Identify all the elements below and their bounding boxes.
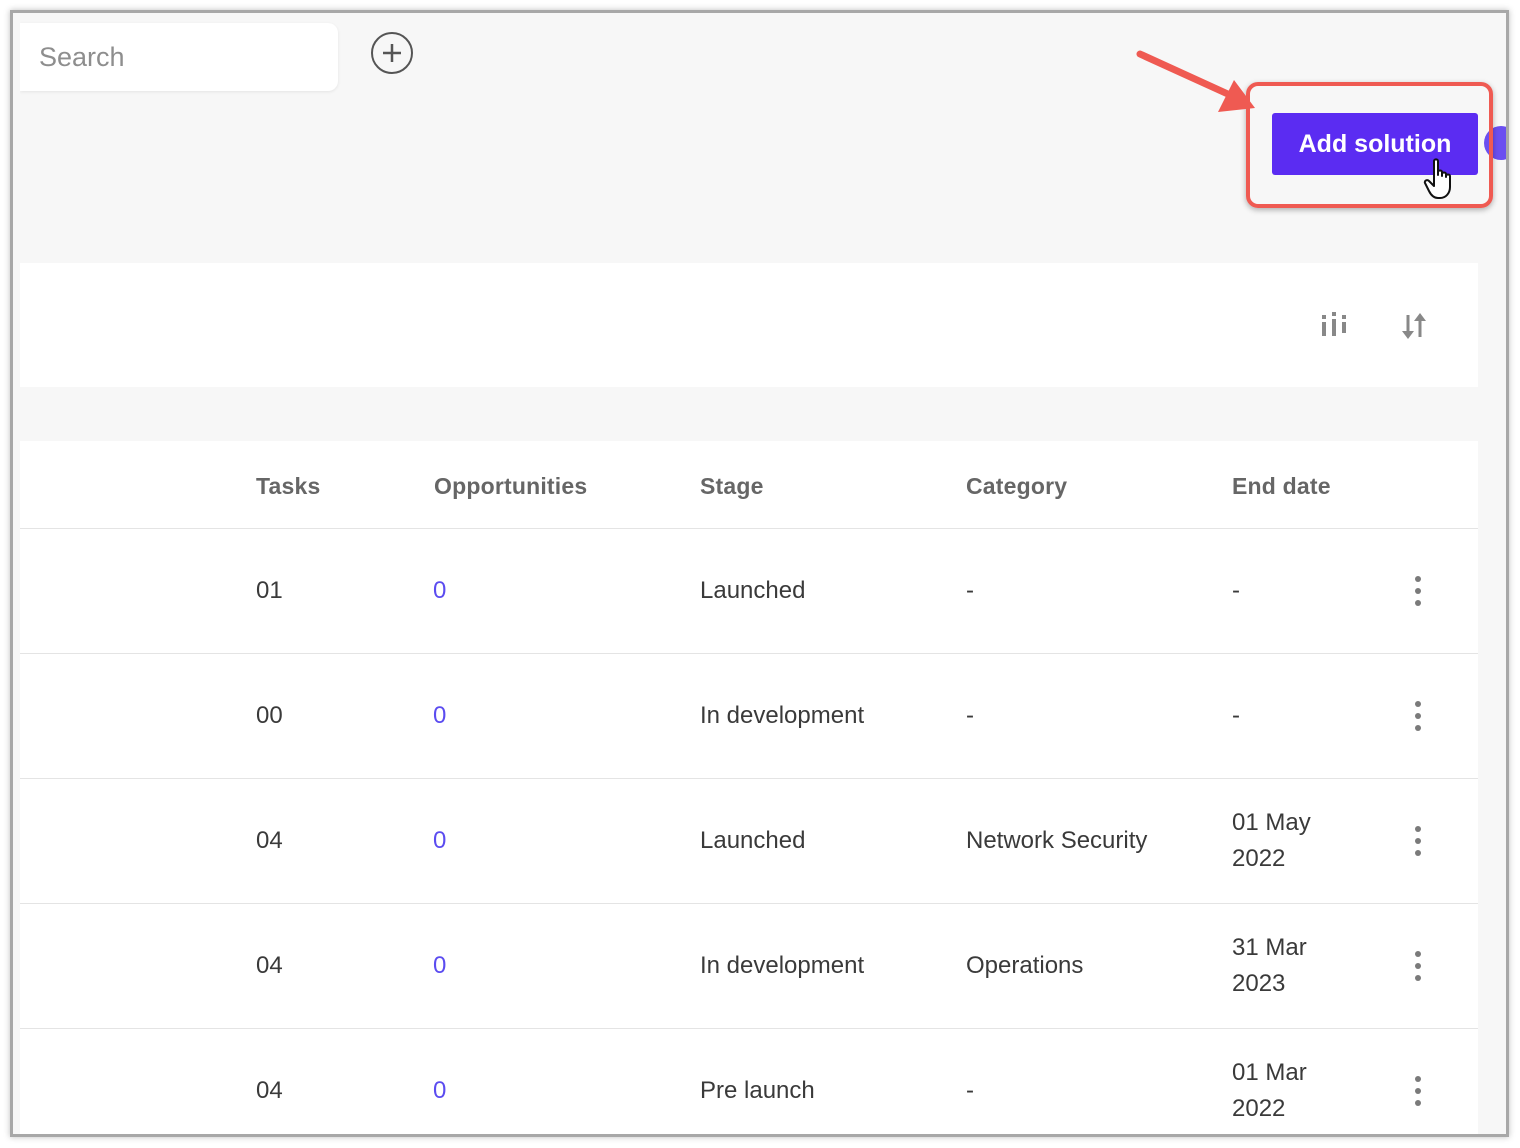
hand-cursor-icon xyxy=(1423,158,1451,199)
row-menu-icon[interactable] xyxy=(1410,1076,1426,1106)
app-content: Add solution xyxy=(20,20,1506,1134)
solutions-table: Tasks Opportunities Stage Category End d… xyxy=(20,441,1478,1134)
row-menu-icon[interactable] xyxy=(1410,826,1426,856)
screenshot-frame: Add solution xyxy=(10,10,1509,1137)
tasks-cell: 04 xyxy=(256,952,283,979)
category-cell: - xyxy=(966,702,974,729)
column-header-end-date[interactable]: End date xyxy=(1232,473,1331,500)
category-cell: Network Security xyxy=(966,827,1148,854)
search-input[interactable] xyxy=(37,40,321,74)
tasks-cell: 00 xyxy=(256,702,283,729)
row-menu-icon[interactable] xyxy=(1410,951,1426,981)
add-filter-button[interactable] xyxy=(371,32,413,74)
stage-cell: Launched xyxy=(700,827,806,854)
plus-icon xyxy=(383,44,401,62)
end-date-cell: - xyxy=(1232,577,1240,604)
opportunities-link[interactable]: 0 xyxy=(433,779,446,903)
end-date-cell: 01 Mar 2022 xyxy=(1232,1059,1307,1122)
category-cell: - xyxy=(966,577,974,604)
tasks-cell: 01 xyxy=(256,577,283,604)
column-header-tasks[interactable]: Tasks xyxy=(256,473,321,500)
row-menu-icon[interactable] xyxy=(1410,576,1426,606)
end-date-cell: - xyxy=(1232,702,1240,729)
row-menu-icon[interactable] xyxy=(1410,701,1426,731)
tasks-cell: 04 xyxy=(256,827,283,854)
column-header-category[interactable]: Category xyxy=(966,473,1067,500)
stage-cell: Launched xyxy=(700,577,806,604)
stage-cell: In development xyxy=(700,952,865,979)
category-cell: - xyxy=(966,1077,974,1104)
end-date-cell: 31 Mar 2023 xyxy=(1232,934,1307,997)
table-row[interactable]: 04 0 In development Operations 31 Mar 20… xyxy=(20,904,1478,1029)
table-row[interactable]: 00 0 In development - - xyxy=(20,654,1478,779)
search-box[interactable] xyxy=(20,23,338,91)
sort-icon[interactable] xyxy=(1400,311,1428,341)
table-row[interactable]: 04 0 Launched Network Security 01 May 20… xyxy=(20,779,1478,904)
table-row[interactable]: 04 0 Pre launch - 01 Mar 2022 xyxy=(20,1029,1478,1134)
category-cell: Operations xyxy=(966,952,1084,979)
stage-cell: Pre launch xyxy=(700,1077,815,1104)
table-header: Tasks Opportunities Stage Category End d… xyxy=(20,441,1478,529)
opportunities-link[interactable]: 0 xyxy=(433,904,446,1028)
opportunities-link[interactable]: 0 xyxy=(433,1029,446,1134)
end-date-cell: 01 May 2022 xyxy=(1232,809,1311,872)
stage-cell: In development xyxy=(700,702,865,729)
columns-icon[interactable] xyxy=(1320,311,1348,339)
annotation-arrow-icon xyxy=(1136,50,1255,112)
table-toolbar xyxy=(20,263,1478,387)
opportunities-link[interactable]: 0 xyxy=(433,529,446,653)
table-row[interactable]: 01 0 Launched - - xyxy=(20,529,1478,654)
tasks-cell: 04 xyxy=(256,1077,283,1104)
column-header-opportunities[interactable]: Opportunities xyxy=(434,473,587,500)
opportunities-link[interactable]: 0 xyxy=(433,654,446,778)
column-header-stage[interactable]: Stage xyxy=(700,473,764,500)
